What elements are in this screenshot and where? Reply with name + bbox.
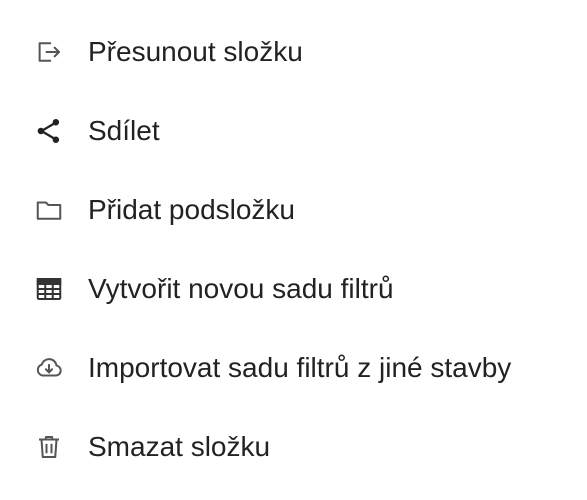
folder-icon [34, 194, 66, 226]
menu-item-move-folder[interactable]: Přesunout složku [0, 12, 587, 91]
menu-item-share[interactable]: Sdílet [0, 91, 587, 170]
cloud-download-icon [34, 352, 66, 384]
menu-item-create-filter-set[interactable]: Vytvořit novou sadu filtrů [0, 249, 587, 328]
menu-item-import-filter-set[interactable]: Importovat sadu filtrů z jiné stavby [0, 328, 587, 407]
menu-item-label: Sdílet [88, 114, 160, 146]
menu-item-label: Importovat sadu filtrů z jiné stavby [88, 351, 512, 383]
context-menu: Přesunout složku Sdílet Přidat podsložku [0, 0, 587, 500]
table-icon [34, 273, 66, 305]
menu-item-label: Vytvořit novou sadu filtrů [88, 272, 394, 304]
move-folder-icon [34, 36, 66, 68]
menu-item-label: Přidat podsložku [88, 193, 296, 225]
menu-item-label: Smazat složku [88, 430, 271, 462]
trash-icon [34, 431, 66, 463]
share-icon [34, 115, 66, 147]
menu-item-delete-folder[interactable]: Smazat složku [0, 407, 587, 486]
menu-item-label: Přesunout složku [88, 35, 303, 67]
menu-item-add-subfolder[interactable]: Přidat podsložku [0, 170, 587, 249]
